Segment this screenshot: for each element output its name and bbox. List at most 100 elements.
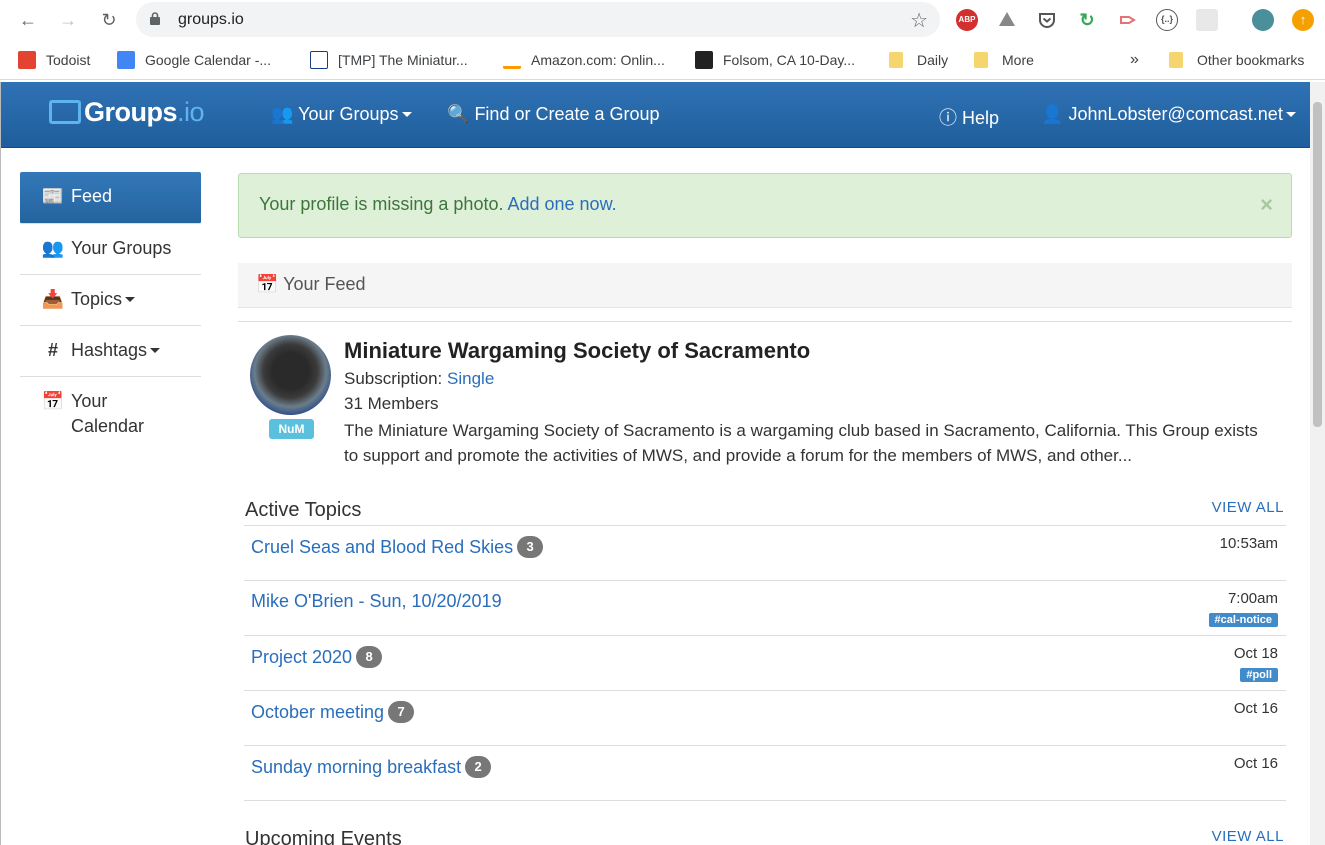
list-item: Cruel Seas and Blood Red Skies 3 10:53am <box>244 526 1286 581</box>
scrollbar[interactable] <box>1310 82 1325 845</box>
topic-link[interactable]: October meeting 7 <box>251 701 415 723</box>
help-link[interactable]: ⓘ Help <box>939 104 999 130</box>
group-avatar[interactable] <box>250 335 331 415</box>
caret-down-icon <box>125 297 136 302</box>
users-icon: 👥 <box>41 238 65 258</box>
topic-link[interactable]: Project 2020 8 <box>251 646 383 668</box>
topic-link[interactable]: Mike O'Brien - Sun, 10/20/2019 <box>251 591 502 612</box>
newspaper-icon: 📰 <box>41 186 65 206</box>
todoist-icon <box>18 51 36 69</box>
groups-io-logo[interactable]: Groups.io <box>49 97 205 131</box>
users-icon: 👥 <box>271 104 294 124</box>
bookmarks-bar: Todoist Google Calendar -... [TMP] The M… <box>0 40 1325 80</box>
inbox-icon: 📥 <box>41 289 65 309</box>
sidebar-item-your-groups[interactable]: 👥 Your Groups <box>20 224 201 275</box>
user-icon: 👤 <box>1041 104 1064 124</box>
tmp-icon <box>310 51 328 69</box>
calendar-icon <box>117 51 135 69</box>
subscription-link[interactable]: Single <box>447 369 494 388</box>
topic-link[interactable]: Sunday morning breakfast 2 <box>251 756 492 778</box>
topic-time: Oct 18 <box>1233 645 1278 662</box>
search-icon: 🔍 <box>447 104 470 124</box>
active-topics-list: Cruel Seas and Blood Red Skies 3 10:53am … <box>244 525 1286 801</box>
lock-icon <box>150 12 160 25</box>
browser-toolbar: ← → ↻ groups.io ☆ ABP ↻ {..} ↑ <box>0 0 1325 40</box>
close-icon[interactable]: × <box>1260 192 1273 218</box>
reply-count-badge: 2 <box>465 756 492 778</box>
json-viewer-icon[interactable]: {..} <box>1156 9 1178 31</box>
calendar-icon: 📅 <box>41 391 65 411</box>
caret-down-icon <box>150 348 161 353</box>
topic-time: 10:53am <box>1219 535 1278 552</box>
sync-icon[interactable]: ↻ <box>1076 9 1098 31</box>
upcoming-events-title: Upcoming Events <box>245 828 402 845</box>
account-menu[interactable]: 👤 JohnLobster@comcast.net <box>1041 104 1296 125</box>
group-description: The Miniature Wargaming Society of Sacra… <box>344 421 1258 465</box>
your-groups-menu[interactable]: 👥 Your Groups <box>271 104 412 125</box>
bookmark-star-icon[interactable]: ☆ <box>910 8 928 33</box>
topic-link[interactable]: Cruel Seas and Blood Red Skies 3 <box>251 536 544 558</box>
group-members: 31 Members <box>344 394 439 413</box>
scrollbar-thumb[interactable] <box>1313 102 1322 427</box>
amazon-icon <box>503 51 521 69</box>
extension-icon[interactable] <box>1196 9 1218 31</box>
update-icon[interactable]: ↑ <box>1292 9 1314 31</box>
folder-icon <box>1169 52 1183 68</box>
missing-photo-alert: Your profile is missing a photo. Add one… <box>238 173 1292 238</box>
add-photo-link[interactable]: Add one now. <box>507 194 616 214</box>
url-text: groups.io <box>178 11 244 28</box>
topic-time: 7:00am <box>1227 590 1278 607</box>
share-icon[interactable] <box>1116 9 1138 31</box>
other-bookmarks[interactable]: Other bookmarks <box>1169 50 1304 70</box>
feed-header: 📅 Your Feed <box>238 263 1292 308</box>
bookmarks-overflow[interactable]: » <box>1130 50 1139 70</box>
find-create-group-link[interactable]: 🔍 Find or Create a Group <box>447 104 660 125</box>
sidebar: 📰 Feed 👥 Your Groups 📥 Topics # Hashtags 📅 Yo… <box>20 172 201 451</box>
list-item: Sunday morning breakfast 2 Oct 16 <box>244 746 1286 801</box>
pocket-icon[interactable] <box>1036 9 1058 31</box>
reply-count-badge: 3 <box>517 536 544 558</box>
folder-icon <box>889 52 903 68</box>
bookmark-folder-daily[interactable]: Daily <box>889 50 948 70</box>
reload-icon[interactable]: ↻ <box>97 8 121 32</box>
back-icon[interactable]: ← <box>16 8 40 32</box>
caret-down-icon <box>401 112 412 117</box>
bookmark-tmp[interactable]: [TMP] The Miniatur... <box>310 50 468 70</box>
page: Groups.io 👥 Your Groups 🔍 Find or Create… <box>0 82 1310 845</box>
hashtag-label[interactable]: #poll <box>1240 668 1278 682</box>
sidebar-item-hashtags[interactable]: # Hashtags <box>20 326 201 377</box>
drive-icon[interactable] <box>996 9 1018 31</box>
upcoming-events-view-all[interactable]: VIEW ALL <box>1212 828 1284 845</box>
weather-icon <box>695 51 713 69</box>
bookmark-weather[interactable]: Folsom, CA 10-Day... <box>695 50 855 70</box>
bookmark-amazon[interactable]: Amazon.com: Onlin... <box>503 50 665 70</box>
group-name[interactable]: Miniature Wargaming Society of Sacrament… <box>344 338 810 364</box>
active-topics-view-all[interactable]: VIEW ALL <box>1212 499 1284 516</box>
folder-icon <box>974 52 988 68</box>
divider <box>238 321 1292 322</box>
active-topics-title: Active Topics <box>245 499 362 521</box>
sidebar-item-topics[interactable]: 📥 Topics <box>20 275 201 326</box>
list-item: Project 2020 8 Oct 18 #poll <box>244 636 1286 691</box>
reply-count-badge: 8 <box>356 646 383 668</box>
topic-time: Oct 16 <box>1233 700 1278 717</box>
bookmark-folder-more[interactable]: More <box>974 50 1034 70</box>
bookmark-todoist[interactable]: Todoist <box>18 50 90 70</box>
hashtag-label[interactable]: #cal-notice <box>1208 613 1278 627</box>
group-subscription: Subscription: Single <box>344 369 495 388</box>
list-item: October meeting 7 Oct 16 <box>244 691 1286 746</box>
info-icon: ⓘ <box>939 108 957 128</box>
caret-down-icon <box>1285 112 1296 117</box>
sidebar-item-feed[interactable]: 📰 Feed <box>20 172 201 224</box>
group-abbrev-badge: NuM <box>269 419 314 439</box>
sidebar-item-calendar[interactable]: 📅 Your Calendar <box>20 377 201 451</box>
forward-icon[interactable]: → <box>56 8 80 32</box>
topic-time: Oct 16 <box>1233 755 1278 772</box>
bookmark-google-calendar[interactable]: Google Calendar -... <box>117 50 271 70</box>
profile-extension-icon[interactable] <box>1252 9 1274 31</box>
top-navbar: Groups.io 👥 Your Groups 🔍 Find or Create… <box>1 82 1310 148</box>
address-bar[interactable]: groups.io ☆ <box>136 2 940 37</box>
calendar-icon: 📅 <box>256 274 279 294</box>
adblock-icon[interactable]: ABP <box>956 9 978 31</box>
envelope-icon <box>49 100 81 124</box>
